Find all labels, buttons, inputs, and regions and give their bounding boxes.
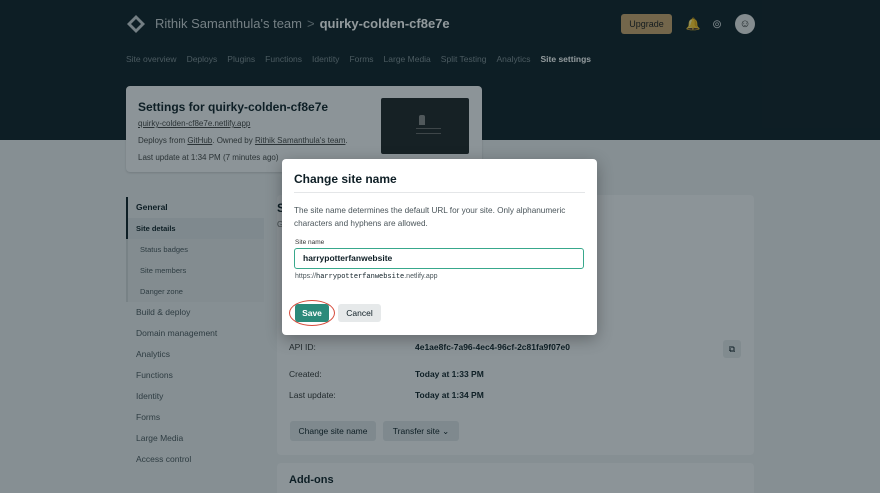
save-button[interactable]: Save [295,304,329,322]
url-preview: https://harrypotterfanwebsite.netlify.ap… [295,273,438,281]
url-prefix: https:// [295,273,317,280]
dialog-divider [294,192,585,193]
url-suffix: .netlify.app [404,273,438,280]
site-name-input[interactable]: harrypotterfanwebsite [294,248,584,269]
dialog-description: The site name determines the default URL… [294,206,566,228]
url-name: harrypotterfanwebsite [316,273,405,281]
cancel-button[interactable]: Cancel [338,304,381,322]
change-site-name-dialog: Change site name The site name determine… [282,159,597,335]
site-name-label: Site name [295,239,325,246]
dialog-title: Change site name [294,172,397,186]
